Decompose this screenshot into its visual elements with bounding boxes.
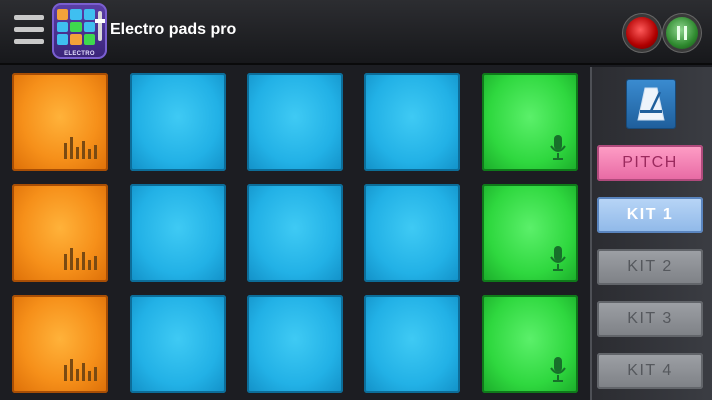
pad-1-1[interactable] <box>12 73 108 171</box>
pitch-button[interactable]: PITCH <box>597 145 703 181</box>
pad-1-3[interactable] <box>247 73 343 171</box>
pad-3-1[interactable] <box>12 295 108 393</box>
pad-1-4[interactable] <box>364 73 460 171</box>
pad-1-2[interactable] <box>130 73 226 171</box>
pad-3-5[interactable] <box>482 295 578 393</box>
pad-1-5[interactable] <box>482 73 578 171</box>
equalizer-icon <box>64 137 98 164</box>
pad-3-3[interactable] <box>247 295 343 393</box>
kit-1-button[interactable]: KIT 1 <box>597 197 703 233</box>
microphone-icon <box>550 357 566 388</box>
pad-2-3[interactable] <box>247 184 343 282</box>
app-logo: ELECTRO <box>52 3 107 59</box>
pad-3-2[interactable] <box>130 295 226 393</box>
pad-2-4[interactable] <box>364 184 460 282</box>
app-title: Electro pads pro <box>110 21 237 38</box>
pad-3-4[interactable] <box>364 295 460 393</box>
kit-2-button[interactable]: KIT 2 <box>597 249 703 285</box>
microphone-icon <box>550 135 566 166</box>
equalizer-icon <box>64 359 98 386</box>
equalizer-icon <box>64 248 98 275</box>
pause-button[interactable] <box>666 17 698 49</box>
metronome-button[interactable] <box>627 80 675 128</box>
pad-2-2[interactable] <box>130 184 226 282</box>
hamburger-menu-icon[interactable] <box>14 15 44 51</box>
pad-2-1[interactable] <box>12 184 108 282</box>
pad-2-5[interactable] <box>482 184 578 282</box>
kit-3-button[interactable]: KIT 3 <box>597 301 703 337</box>
pause-icon <box>677 26 687 40</box>
record-button[interactable] <box>626 17 658 49</box>
microphone-icon <box>550 246 566 277</box>
logo-slider <box>95 11 105 41</box>
top-bar: ELECTRO Electro pads pro <box>0 0 712 65</box>
logo-label: ELECTRO <box>64 51 95 57</box>
kit-4-button[interactable]: KIT 4 <box>597 353 703 389</box>
logo-pad-grid <box>57 9 95 45</box>
metronome-icon <box>637 87 665 121</box>
